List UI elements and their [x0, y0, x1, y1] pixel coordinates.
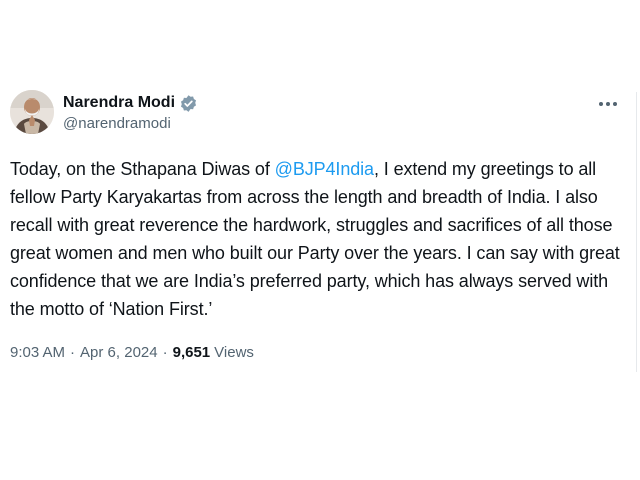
tweet-text-part2: , I extend my greetings to all fellow Pa…: [10, 159, 620, 319]
author-display-name[interactable]: Narendra Modi: [63, 94, 175, 112]
views-count: 9,651: [172, 343, 211, 361]
avatar[interactable]: [10, 90, 54, 134]
tweet-text-part1: Today, on the Sthapana Diwas of: [10, 159, 275, 179]
verified-badge-icon[interactable]: [179, 94, 198, 113]
tweet-text: Today, on the Sthapana Diwas of @BJP4Ind…: [10, 155, 630, 323]
tweet-card: Narendra Modi @narendramodi Today, on th…: [0, 0, 640, 480]
views-label: Views: [214, 343, 254, 361]
divider: [636, 92, 637, 372]
author-info: Narendra Modi @narendramodi: [63, 92, 198, 132]
tweet-date[interactable]: Apr 6, 2024: [80, 344, 158, 361]
mention-link[interactable]: @BJP4India: [275, 159, 374, 179]
author-handle[interactable]: @narendramodi: [63, 115, 198, 132]
meta-separator: ·: [162, 343, 168, 361]
tweet-time[interactable]: 9:03 AM: [10, 344, 65, 361]
meta-separator: ·: [70, 343, 76, 361]
tweet-meta: 9:03 AM · Apr 6, 2024 · 9,651 Views: [10, 341, 254, 363]
avatar-image: [10, 90, 54, 134]
author-name-row: Narendra Modi: [63, 92, 198, 114]
tweet-header: Narendra Modi @narendramodi: [10, 90, 630, 136]
more-options-icon[interactable]: [596, 94, 620, 114]
